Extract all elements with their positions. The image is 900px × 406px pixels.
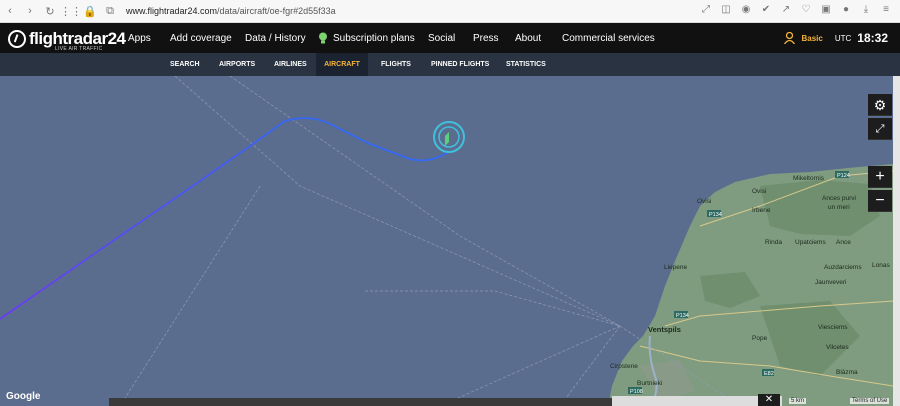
map-label: Irbene: [752, 207, 771, 214]
heart-icon[interactable]: ♡: [800, 4, 812, 16]
apps-grid-icon[interactable]: ⋮⋮: [60, 5, 82, 18]
map-label: Ventspils: [648, 325, 681, 334]
flight-track: [0, 117, 451, 320]
extension-icons: ⤢ ◫ ◉ ✔ ↗ ♡ ▣ ● ⤓ ≡: [700, 4, 892, 16]
lock-icon: 🔒: [83, 5, 97, 18]
aircraft-icon[interactable]: [445, 132, 449, 146]
subnav-search[interactable]: SEARCH: [162, 53, 208, 76]
reload-icon[interactable]: ↻: [40, 5, 60, 18]
sub-navbar: SEARCH AIRPORTS AIRLINES AIRCRAFT FLIGHT…: [0, 53, 900, 76]
road-shield-label: P124: [837, 173, 850, 179]
map-label: Cirpstene: [610, 363, 638, 370]
subnav-pinned-flights[interactable]: PINNED FLIGHTS: [423, 53, 497, 76]
subnav-statistics[interactable]: STATISTICS: [498, 53, 554, 76]
road-shield-label: P134: [676, 313, 689, 319]
forest-area: [760, 180, 880, 236]
map-label: Ovisi: [697, 198, 711, 205]
subnav-flights[interactable]: FLIGHTS: [373, 53, 419, 76]
forward-icon[interactable]: ›: [20, 5, 40, 17]
download-icon[interactable]: ⤓: [860, 4, 872, 16]
nav-add-coverage[interactable]: Add coverage: [170, 23, 232, 53]
radar-logo-icon: [8, 30, 26, 48]
map-label: Lonas: [872, 262, 890, 269]
url-host: www.flightradar24.com: [126, 6, 218, 16]
nav-apps-label: Apps: [128, 32, 151, 44]
subnav-airlines[interactable]: AIRLINES: [266, 53, 315, 76]
bottom-panel-right: [612, 396, 782, 406]
nav-data-history[interactable]: Data / History: [245, 23, 306, 53]
settings-gear-icon[interactable]: ⚙: [868, 94, 892, 116]
nav-press[interactable]: Press: [473, 23, 499, 53]
map-label: Vilcetes: [826, 344, 849, 351]
page-scrollbar[interactable]: [893, 76, 900, 406]
camera-icon[interactable]: ◉: [740, 4, 752, 16]
nav-about-label: About: [515, 32, 542, 44]
lightbulb-icon: [319, 32, 327, 44]
nav-social[interactable]: Social: [428, 23, 455, 53]
nav-press-label: Press: [473, 32, 499, 44]
profile-icon[interactable]: ●: [840, 4, 852, 16]
map-label: Mikeltornis: [793, 175, 825, 182]
map-label: un meri: [828, 204, 850, 211]
bottom-panel: [109, 398, 612, 406]
nav-subscription-plans-label: Subscription plans: [333, 32, 415, 44]
utc-clock: 18:32: [857, 31, 888, 45]
road-shield-label: E82: [764, 371, 774, 377]
user-icon[interactable]: [784, 32, 796, 44]
menu-icon[interactable]: ≡: [880, 4, 892, 16]
road-shield-label: P108: [630, 389, 643, 395]
zoom-out-button[interactable]: −: [868, 190, 892, 212]
google-logo: Google: [6, 391, 41, 402]
map-label: Jaunveveri: [815, 279, 846, 286]
browser-toolbar: ‹ › ↻ ⋮⋮ 🔒 ⧉ www.flightradar24.com/data/…: [0, 0, 900, 23]
url-path: /data/aircraft/oe-fgr#2d55f33a: [217, 6, 336, 16]
copy-icon[interactable]: ⧉: [100, 5, 120, 18]
nav-subscription-plans[interactable]: Subscription plans: [318, 23, 415, 53]
flight-map[interactable]: Mikeltornis Ovisi Ances purvi un meri Ov…: [0, 76, 893, 406]
screenshot-icon[interactable]: ◫: [720, 4, 732, 16]
terms-link[interactable]: Terms of Use: [850, 398, 890, 404]
nav-data-history-label: Data / History: [245, 32, 306, 44]
nav-apps[interactable]: Apps: [128, 23, 151, 53]
close-icon[interactable]: ✕: [758, 394, 780, 406]
scale-bar: 5 km: [789, 398, 807, 404]
map-label: Viesciems: [818, 324, 848, 331]
fullscreen-icon[interactable]: ⤢: [868, 118, 892, 140]
map-label: Ances purvi: [822, 195, 856, 202]
nav-social-label: Social: [428, 32, 456, 44]
nav-commercial-services[interactable]: Commercial services: [562, 23, 655, 53]
subnav-aircraft[interactable]: AIRCRAFT: [316, 53, 368, 76]
nav-commercial-services-label: Commercial services: [562, 32, 655, 44]
nav-add-coverage-label: Add coverage: [170, 32, 232, 44]
map-label: Ance: [836, 239, 851, 246]
map-label: Ovisi: [752, 188, 766, 195]
map-label: Auzdarciems: [824, 264, 862, 271]
back-icon[interactable]: ‹: [0, 5, 20, 17]
shield-icon[interactable]: ✔: [760, 4, 772, 16]
map-label: Liepene: [664, 264, 688, 271]
brand-tagline: LIVE AIR TRAFFIC: [55, 46, 103, 52]
plan-label[interactable]: Basic: [801, 34, 822, 43]
bookmark-icon[interactable]: ⤢: [700, 4, 712, 16]
road-shield-label: P134: [709, 212, 722, 218]
map-label: Upatciems: [795, 239, 826, 246]
map-label: Blāzma: [836, 369, 858, 376]
account-area: Basic UTC 18:32: [784, 23, 888, 53]
timezone-label: UTC: [834, 33, 852, 43]
map-label: Burtnieki: [637, 380, 662, 387]
address-bar[interactable]: www.flightradar24.com/data/aircraft/oe-f…: [126, 6, 336, 16]
map-canvas[interactable]: Mikeltornis Ovisi Ances purvi un meri Ov…: [0, 76, 893, 406]
map-label: Pope: [752, 335, 768, 342]
map-label: Rinda: [765, 239, 782, 246]
share-icon[interactable]: ↗: [780, 4, 792, 16]
nav-about[interactable]: About: [515, 23, 541, 53]
gift-icon[interactable]: ▣: [820, 4, 832, 16]
zoom-in-button[interactable]: +: [868, 166, 892, 188]
subnav-airports[interactable]: AIRPORTS: [211, 53, 263, 76]
